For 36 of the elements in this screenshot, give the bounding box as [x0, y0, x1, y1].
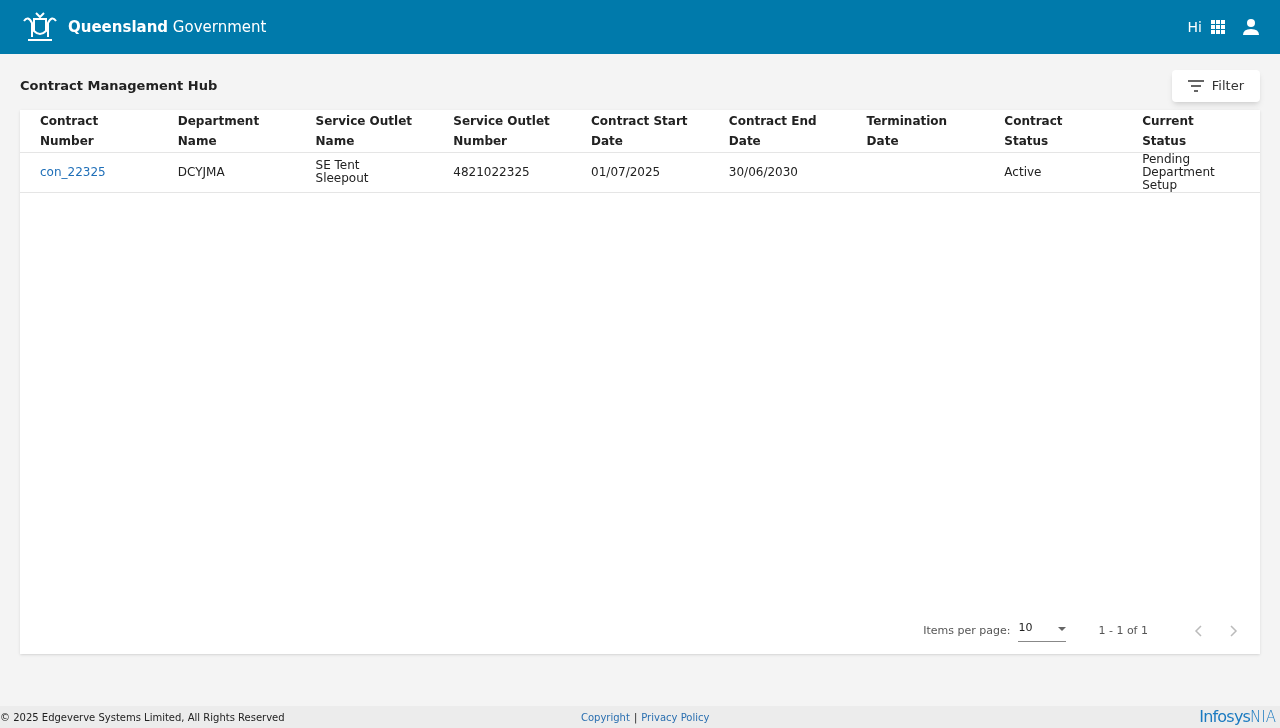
table-cell: DCYJMA: [177, 164, 225, 179]
user-icon[interactable]: [1242, 18, 1260, 36]
page-size-select[interactable]: 10: [1018, 620, 1067, 642]
column-header: Service Outlet Name: [295, 110, 434, 152]
apps-grid-icon[interactable]: [1210, 19, 1226, 35]
table-cell: Pending Department Setup: [1142, 151, 1215, 192]
filter-icon: [1187, 80, 1204, 92]
column-header: Contract Number: [20, 110, 158, 152]
crest-logo-icon: [20, 11, 60, 43]
column-header: Department Name: [157, 110, 296, 152]
table-cell: 01/07/2025: [591, 164, 661, 179]
infosys-nia-logo: InfosysNIA: [1199, 706, 1277, 728]
items-per-page-label: Items per page:: [923, 622, 1011, 639]
privacy-policy-link[interactable]: Privacy Policy: [641, 709, 710, 725]
separator-text: |: [633, 710, 638, 725]
table-cell: Active: [1004, 164, 1042, 179]
filter-button[interactable]: Filter: [1171, 70, 1260, 102]
copyright-text: © 2025 Edgeverve Systems Limited, All Rights Reserved: [0, 710, 285, 725]
column-header: Contract End Date: [708, 110, 847, 152]
table-cell: 4821022325: [453, 164, 530, 179]
column-header: Contract Status: [984, 110, 1123, 152]
copyright-link[interactable]: Copyright: [581, 709, 630, 725]
contract-link[interactable]: con_22325: [40, 164, 106, 179]
table-cell: 30/06/2030: [728, 164, 798, 179]
column-header: Service Outlet Number: [433, 110, 572, 152]
table-cell: SE Tent Sleepout: [315, 158, 369, 185]
column-header: Termination Date: [846, 110, 985, 152]
column-header: Contract Start Date: [571, 110, 709, 152]
chevron-left-icon: [1194, 625, 1202, 637]
page-title: Contract Management Hub: [20, 77, 218, 96]
dropdown-caret-icon: [1058, 626, 1067, 631]
brand-title: Queensland Government: [68, 16, 267, 38]
column-header: Current Status: [1122, 110, 1260, 152]
greeting-text: Hi: [1187, 17, 1202, 37]
chevron-right-icon: [1230, 625, 1238, 637]
page-range-text: 1 - 1 of 1: [1098, 622, 1148, 639]
